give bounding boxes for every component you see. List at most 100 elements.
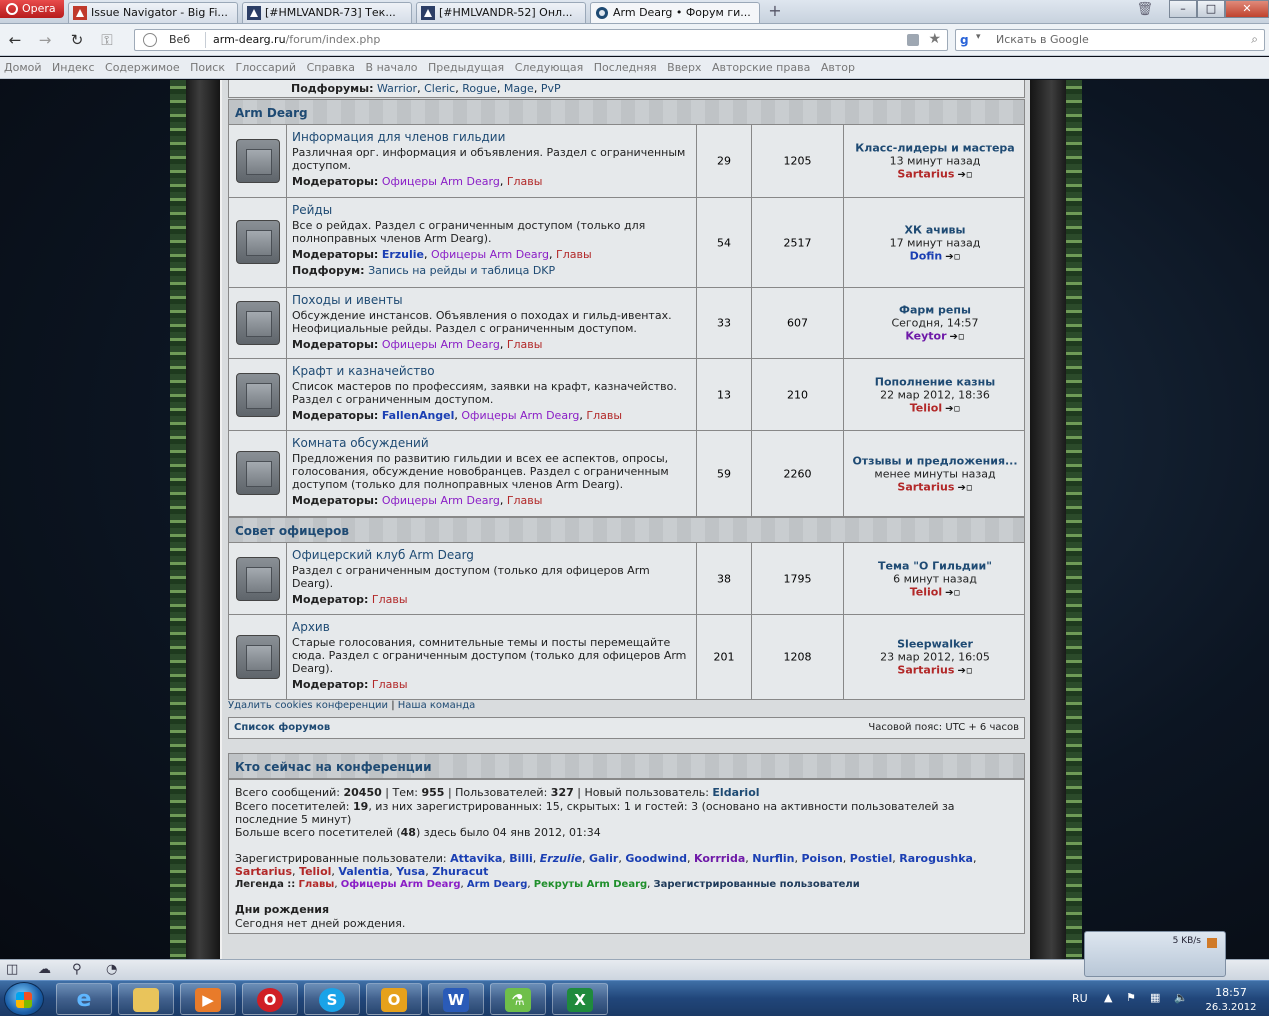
last-post-user-link[interactable]: Keytor [905,330,946,343]
nav-start[interactable]: В начало [366,61,418,74]
subforum-link[interactable]: Warrior [377,82,417,95]
subforum-link[interactable]: Mage [504,82,534,95]
online-user-link[interactable]: Rarogushka [899,852,973,865]
category-title[interactable]: Совет офицеров [235,524,349,538]
cloud-icon[interactable]: ☁ [38,962,51,977]
moderator-heads-link[interactable]: Главы [507,494,543,507]
goto-last-post-icon[interactable]: ➔▫ [945,251,960,262]
moderator-heads-link[interactable]: Главы [372,678,408,691]
moderator-officers-link[interactable]: Офицеры Arm Dearg [461,409,579,422]
nav-last[interactable]: Последняя [594,61,657,74]
nav-index[interactable]: Индекс [52,61,95,74]
online-user-link[interactable]: Billi [509,852,532,865]
forum-title-link[interactable]: Офицерский клуб Arm Dearg [292,548,694,562]
subforum-link[interactable]: PvP [541,82,561,95]
moderator-officers-link[interactable]: Офицеры Arm Dearg [382,494,500,507]
last-post-user-link[interactable]: Sartarius [897,480,954,493]
subforum-link[interactable]: Запись на рейды и таблица DKP [368,264,555,277]
last-post-title-link[interactable]: Отзывы и предложения... [844,454,1026,467]
nav-copyright[interactable]: Авторские права [712,61,810,74]
last-post-title-link[interactable]: ХК ачивы [844,223,1026,236]
trash-icon[interactable]: 🗑 [1136,2,1153,17]
nav-up[interactable]: Вверх [667,61,701,74]
last-post-title-link[interactable]: Фарм репы [844,304,1026,317]
goto-last-post-icon[interactable]: ➔▫ [957,666,972,677]
key-icon[interactable]: ⚿ [96,30,118,50]
last-post-user-link[interactable]: Teliol [910,401,942,414]
subforum-link[interactable]: Rogue [462,82,497,95]
online-user-link[interactable]: Zhuracut [432,865,488,878]
moderator-officers-link[interactable]: Офицеры Arm Dearg [382,175,500,188]
clock-date[interactable]: 26.3.2012 [1202,1002,1260,1013]
bookmark-star-icon[interactable]: ★ [928,31,941,47]
category-officers-council[interactable]: Совет офицеров [228,517,1025,543]
online-user-link[interactable]: Nurflin [752,852,794,865]
reload-button[interactable]: ↻ [66,30,88,50]
moderator-officers-link[interactable]: Офицеры Arm Dearg [431,248,549,261]
online-user-link[interactable]: Sartarius [235,865,292,878]
taskbar-tool[interactable]: ⚗ [490,983,546,1015]
moderator-heads-link[interactable]: Главы [507,338,543,351]
moderator-heads-link[interactable]: Главы [586,409,622,422]
last-post-title-link[interactable]: Sleepwalker [844,638,1026,651]
last-post-title-link[interactable]: Класс-лидеры и мастера [844,142,1026,155]
online-user-link[interactable]: Erzulie [540,852,582,865]
nav-help[interactable]: Справка [307,61,355,74]
search-icon[interactable]: ⌕ [1251,32,1258,47]
new-user-link[interactable]: Eldariol [712,786,759,799]
online-user-link[interactable]: Poison [801,852,842,865]
delete-cookies-link[interactable]: Удалить cookies конференции [228,700,388,711]
moderator-heads-link[interactable]: Главы [556,248,592,261]
show-hidden-icons-icon[interactable]: ▲ [1104,991,1112,1004]
chevron-down-icon[interactable]: ▾ [976,32,981,42]
forum-list-link[interactable]: Список форумов [234,722,330,733]
clock-time[interactable]: 18:57 [1202,986,1260,999]
last-post-user-link[interactable]: Sartarius [897,168,954,181]
goto-last-post-icon[interactable]: ➔▫ [945,587,960,598]
nav-glossary[interactable]: Глоссарий [235,61,296,74]
online-user-link[interactable]: Korrrida [694,852,745,865]
online-user-link[interactable]: Goodwind [625,852,687,865]
goto-last-post-icon[interactable]: ➔▫ [945,403,960,414]
search-field[interactable]: g ▾ Искать в Google ⌕ [955,29,1265,51]
goto-last-post-icon[interactable]: ➔▫ [957,170,972,181]
last-post-title-link[interactable]: Тема "О Гильдии" [844,559,1026,572]
online-user-link[interactable]: Attavika [450,852,502,865]
forward-button[interactable]: → [34,30,56,50]
taskbar-media[interactable]: ▶ [180,983,236,1015]
legend-recruits[interactable]: Рекруты Arm Dearg [534,879,647,890]
online-user-link[interactable]: Yusa [396,865,425,878]
online-user-link[interactable]: Teliol [299,865,331,878]
forum-title-link[interactable]: Походы и ивенты [292,293,694,307]
online-user-link[interactable]: Valentia [338,865,389,878]
moderator-officers-link[interactable]: Офицеры Arm Dearg [382,338,500,351]
tab-hmlvandr-73[interactable]: [#HMLVANDR-73] Тек... [242,2,412,23]
forum-title-link[interactable]: Комната обсуждений [292,436,694,450]
legend-registered[interactable]: Зарегистрированные пользователи [654,879,860,890]
volume-icon[interactable]: 🔈 [1174,991,1188,1004]
back-button[interactable]: ← [4,30,26,50]
legend-members[interactable]: Arm Dearg [467,879,528,890]
last-post-title-link[interactable]: Пополнение казны [844,375,1026,388]
google-icon[interactable]: g [960,33,974,47]
last-post-user-link[interactable]: Teliol [910,585,942,598]
panel-toggle-icon[interactable]: ◫ [6,962,18,977]
legend-heads[interactable]: Главы [299,879,335,890]
address-field[interactable]: Веб arm-dearg.ru/forum/index.php ★ [134,29,948,51]
nav-home[interactable]: Домой [4,61,42,74]
nav-search[interactable]: Поиск [190,61,225,74]
new-tab-button[interactable]: + [764,2,786,22]
flag-icon[interactable]: ⚑ [1126,991,1136,1004]
taskbar-excel[interactable]: X [552,983,608,1015]
online-user-link[interactable]: Postiel [850,852,892,865]
moderator-user-link[interactable]: Erzulie [382,248,424,261]
forum-title-link[interactable]: Рейды [292,203,694,217]
network-icon[interactable]: ▦ [1150,991,1160,1004]
nav-previous[interactable]: Предыдущая [428,61,504,74]
share-icon[interactable]: ⚲ [72,962,82,977]
tab-issue-navigator[interactable]: Issue Navigator - Big Fi... [68,2,238,23]
last-post-user-link[interactable]: Dofin [910,249,943,262]
category-title[interactable]: Arm Dearg [235,106,308,120]
moderator-heads-link[interactable]: Главы [372,593,408,606]
tab-hmlvandr-52[interactable]: [#HMLVANDR-52] Онл... [416,2,586,23]
